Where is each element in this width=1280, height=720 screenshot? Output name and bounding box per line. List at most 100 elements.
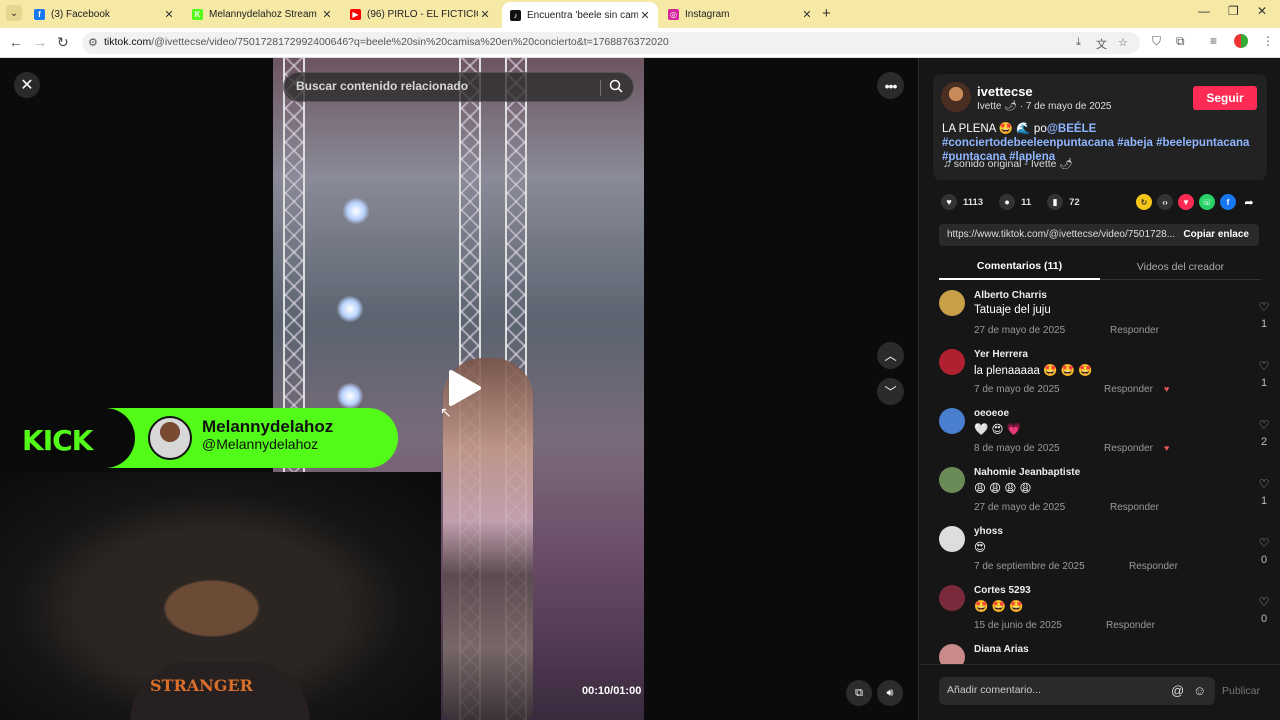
like-count: 1113	[963, 196, 984, 208]
search-icon[interactable]	[609, 79, 623, 93]
maximize-icon[interactable]: ❐	[1228, 4, 1239, 18]
tab-close-icon[interactable]: ✕	[320, 8, 334, 21]
browser-tab[interactable]: ▶ (96) PIRLO - EL FICTICIO 🐍 [RI✕	[342, 2, 498, 26]
reply-button[interactable]: Responder	[1106, 620, 1155, 631]
floating-player-icon[interactable]: ⧉	[846, 680, 872, 706]
commenter-name[interactable]: Cortes 5293	[974, 585, 1031, 596]
comment-input[interactable]	[947, 684, 1157, 696]
follow-button[interactable]: Seguir	[1193, 86, 1257, 110]
related-search-input[interactable]	[296, 79, 596, 93]
commenter-name[interactable]: Alberto Charris	[974, 290, 1047, 301]
author-avatar[interactable]	[941, 82, 971, 112]
commenter-name[interactable]: oeoeoe	[974, 408, 1009, 419]
close-video-button[interactable]: ✕	[14, 72, 40, 98]
tiktok-icon: ♪	[510, 9, 521, 21]
kick-icon: K	[192, 8, 203, 20]
new-tab-button[interactable]: +	[822, 5, 831, 22]
install-icon[interactable]: ⤓	[1076, 36, 1081, 49]
commenter-avatar[interactable]	[939, 408, 965, 434]
bookmark-icon[interactable]: ▮	[1047, 194, 1064, 210]
back-icon[interactable]: ←	[9, 34, 23, 50]
tab-creator-videos[interactable]: Videos del creador	[1100, 254, 1261, 280]
tab-search-menu[interactable]: ⌄	[6, 5, 22, 21]
comment-heart-icon[interactable]: ♡	[1257, 477, 1271, 491]
window-close-icon[interactable]: ✕	[1257, 4, 1267, 18]
next-video-button[interactable]: ﹀	[877, 378, 904, 405]
heart-icon[interactable]: ♥	[941, 194, 957, 210]
publish-button[interactable]: Publicar	[1222, 685, 1260, 697]
embed-icon[interactable]: ‹›	[1157, 194, 1173, 210]
play-icon[interactable]	[443, 368, 483, 408]
tab-close-icon[interactable]: ✕	[162, 8, 176, 21]
commenter-name[interactable]: yhoss	[974, 526, 1003, 537]
volume-icon[interactable]: 🔊︎	[877, 680, 903, 706]
comment-text: 😩 😩 😩 😩	[974, 483, 1032, 495]
comment-like-count: 0	[1260, 554, 1268, 566]
browser-tab[interactable]: ◎ Instagram ✕	[660, 2, 820, 26]
commenter-name[interactable]: Nahomie Jeanbaptiste	[974, 467, 1080, 478]
comment-input-box[interactable]: @ ☺	[939, 677, 1215, 705]
sound-link[interactable]: ♫ sonido original - Ivette 🌶	[943, 157, 1073, 170]
reload-icon[interactable]: ↻	[57, 34, 69, 51]
browser-tab[interactable]: f (3) Facebook ✕	[26, 2, 182, 26]
related-search[interactable]	[283, 72, 634, 102]
site-info-icon[interactable]: ⚙	[88, 36, 98, 49]
commenter-avatar[interactable]	[939, 644, 965, 664]
copy-link-button[interactable]: Copiar enlace	[1183, 229, 1249, 240]
comment-like-count: 1	[1260, 377, 1268, 389]
reply-button[interactable]: Responder	[1129, 561, 1178, 572]
tab-close-icon[interactable]: ✕	[478, 8, 492, 21]
tab-close-icon[interactable]: ✕	[800, 8, 814, 21]
browser-tab[interactable]: K Melannydelahoz Stream - Wat✕	[184, 2, 340, 26]
tab-title: (3) Facebook	[51, 8, 110, 20]
reply-button[interactable]: Responder	[1104, 443, 1153, 454]
commenter-name[interactable]: Yer Herrera	[974, 349, 1028, 360]
translate-icon[interactable]: 文	[1096, 36, 1107, 52]
comment-text: la plenaaaaa 🤩 🤩 🤩	[974, 365, 1093, 377]
reply-button[interactable]: Responder	[1104, 384, 1153, 395]
comment-heart-icon[interactable]: ♡	[1257, 418, 1271, 432]
more-options-button[interactable]: •••	[877, 72, 904, 99]
extensions-icon[interactable]: ⧉	[1176, 34, 1185, 49]
browser-tab[interactable]: ♪ Encuentra 'beele sin camisa en✕	[502, 2, 658, 28]
commenter-avatar[interactable]	[939, 467, 965, 493]
send-icon[interactable]: ▼	[1178, 194, 1194, 210]
share-url[interactable]: https://www.tiktok.com/@ivettecse/video/…	[947, 229, 1177, 240]
commenter-avatar[interactable]	[939, 349, 965, 375]
commenter-name[interactable]: Diana Arias	[974, 644, 1029, 655]
facebook-icon[interactable]: f	[1220, 194, 1236, 210]
author-name[interactable]: ivettecse	[977, 84, 1033, 99]
comment-heart-icon[interactable]: ♡	[1257, 595, 1271, 609]
comment-text: 🤩 🤩 🤩	[974, 601, 1024, 613]
minimize-icon[interactable]: —	[1198, 4, 1210, 18]
comment-list: Alberto Charris Tatuaje del juju 27 de may…	[919, 290, 1280, 664]
comment-count: 11	[1021, 196, 1032, 208]
forward-icon[interactable]: →	[33, 34, 47, 50]
tab-comments[interactable]: Comentarios (11)	[939, 254, 1100, 280]
share-arrow-icon[interactable]: ➦	[1241, 194, 1257, 210]
repost-icon[interactable]: ↻	[1136, 194, 1152, 210]
tab-close-icon[interactable]: ✕	[638, 9, 652, 22]
shield-icon[interactable]: ⛉	[1152, 34, 1161, 49]
omnibox[interactable]: ⚙ tiktok.com/@ivettecse/video/7501728172…	[82, 32, 1140, 54]
emoji-icon[interactable]: ☺	[1193, 683, 1206, 698]
commenter-avatar[interactable]	[939, 290, 965, 316]
comment-date: 15 de junio de 2025	[974, 620, 1062, 631]
comment-icon[interactable]: ●	[999, 194, 1016, 210]
commenter-avatar[interactable]	[939, 526, 965, 552]
comment-date: 7 de mayo de 2025	[974, 384, 1060, 395]
comment-heart-icon[interactable]: ♡	[1257, 300, 1271, 314]
reply-button[interactable]: Responder	[1110, 502, 1159, 513]
browser-menu-icon[interactable]: ⋮	[1262, 34, 1274, 48]
commenter-avatar[interactable]	[939, 585, 965, 611]
previous-video-button[interactable]: ︿	[877, 342, 904, 369]
profile-avatar[interactable]	[1234, 34, 1248, 48]
bookmark-star-icon[interactable]: ☆	[1118, 36, 1128, 49]
mention-icon[interactable]: @	[1171, 683, 1184, 698]
media-control-icon[interactable]: ≡	[1210, 34, 1217, 48]
comment-heart-icon[interactable]: ♡	[1257, 536, 1271, 550]
reply-button[interactable]: Responder	[1110, 325, 1159, 336]
url-text[interactable]: tiktok.com/@ivettecse/video/750172817299…	[104, 36, 669, 48]
whatsapp-icon[interactable]: ☏	[1199, 194, 1215, 210]
comment-heart-icon[interactable]: ♡	[1257, 359, 1271, 373]
